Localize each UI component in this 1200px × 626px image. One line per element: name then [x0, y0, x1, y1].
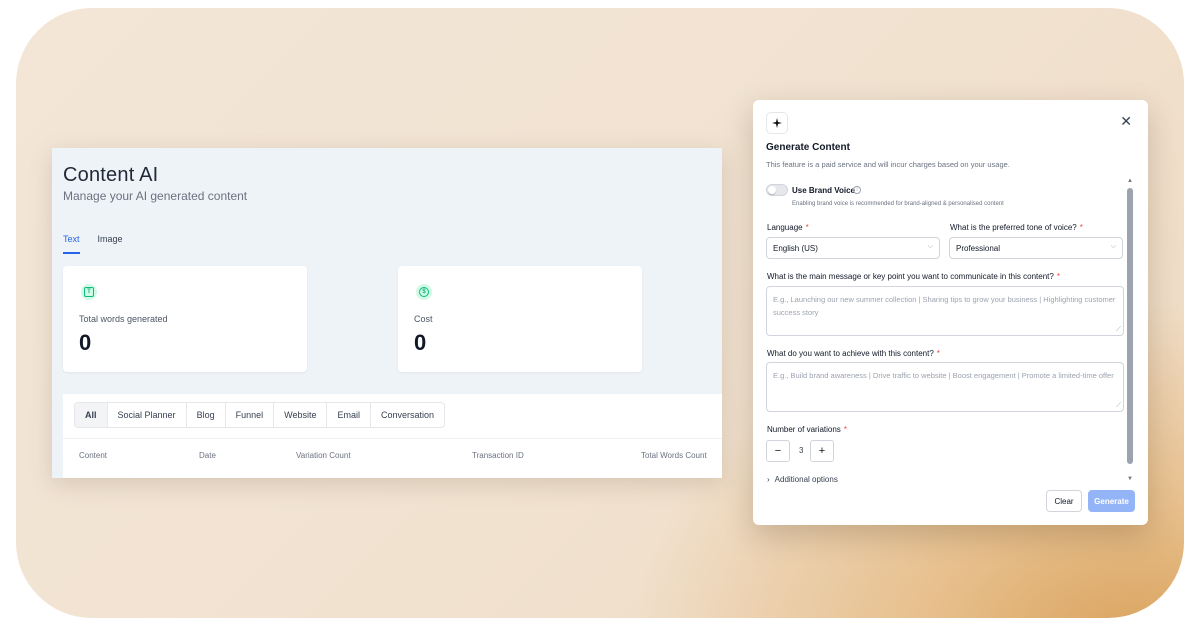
- generate-button[interactable]: Generate: [1088, 490, 1135, 512]
- filter-website[interactable]: Website: [274, 403, 328, 427]
- tab-text[interactable]: Text: [63, 234, 80, 254]
- content-table: All Social Planner Blog Funnel Website E…: [63, 394, 722, 478]
- scrollbar-thumb: [1127, 188, 1133, 464]
- decrement-button[interactable]: −: [766, 440, 790, 462]
- table-header: Content Date Variation Count Transaction…: [63, 438, 722, 472]
- scroll-up-icon: ▲: [1127, 178, 1133, 184]
- variations-value[interactable]: 3: [799, 446, 803, 455]
- filter-social-planner[interactable]: Social Planner: [107, 403, 187, 427]
- column-header-content[interactable]: Content: [79, 451, 107, 460]
- tab-image[interactable]: Image: [98, 234, 123, 254]
- tone-label: What is the preferred tone of voice? *: [950, 223, 1083, 232]
- sparkle-icon: [766, 112, 788, 134]
- content-type-tabs: Text Image: [63, 234, 123, 254]
- stat-value: 0: [79, 330, 92, 355]
- filter-button-group: All Social Planner Blog Funnel Website E…: [74, 402, 446, 428]
- scroll-down-icon: ▼: [1127, 476, 1133, 482]
- filter-email[interactable]: Email: [327, 403, 371, 427]
- stat-value: 0: [414, 330, 427, 355]
- modal-description: This feature is a paid service and will …: [766, 160, 1010, 169]
- column-header-date[interactable]: Date: [199, 451, 216, 460]
- resize-handle-icon: ⟋: [1116, 402, 1121, 409]
- brand-voice-label: Use Brand Voice: [792, 186, 855, 195]
- modal-title: Generate Content: [766, 142, 850, 153]
- language-select[interactable]: English (US) ⌵: [766, 237, 940, 259]
- brand-voice-toggle[interactable]: [766, 184, 788, 196]
- column-header-variation-count[interactable]: Variation Count: [296, 451, 351, 460]
- main-message-input[interactable]: E.g., Launching our new summer collectio…: [766, 286, 1124, 336]
- chevron-down-icon: ⌵: [1110, 243, 1116, 250]
- variations-label: Number of variations *: [767, 425, 847, 434]
- stat-card-cost: $ Cost 0: [398, 266, 642, 372]
- stat-label: Cost: [414, 314, 433, 324]
- column-header-transaction-id[interactable]: Transaction ID: [472, 451, 524, 460]
- text-icon: T: [81, 284, 97, 300]
- increment-button[interactable]: +: [810, 440, 834, 462]
- goal-input[interactable]: E.g., Build brand awareness | Drive traf…: [766, 362, 1124, 412]
- content-ai-panel: Content AI Manage your AI generated cont…: [52, 148, 722, 478]
- generate-content-modal: ✕ Generate Content This feature is a pai…: [753, 100, 1148, 525]
- stat-label: Total words generated: [79, 314, 168, 324]
- additional-options-toggle[interactable]: › Additional options: [767, 475, 838, 484]
- page-subtitle: Manage your AI generated content: [63, 189, 248, 203]
- chevron-right-icon: ›: [767, 475, 770, 484]
- main-message-label: What is the main message or key point yo…: [767, 272, 1060, 281]
- filter-blog[interactable]: Blog: [186, 403, 226, 427]
- tone-select[interactable]: Professional ⌵: [949, 237, 1123, 259]
- stat-card-words: T Total words generated 0: [63, 266, 307, 372]
- close-icon[interactable]: ✕: [1120, 114, 1132, 128]
- page-title: Content AI: [63, 164, 159, 186]
- dollar-icon: $: [416, 284, 432, 300]
- filter-all[interactable]: All: [75, 403, 108, 427]
- language-label: Language *: [767, 223, 809, 232]
- brand-voice-hint: Enabling brand voice is recommended for …: [792, 201, 1004, 207]
- goal-label: What do you want to achieve with this co…: [767, 349, 940, 358]
- column-header-total-words-count[interactable]: Total Words Count: [641, 451, 707, 460]
- clear-button[interactable]: Clear: [1046, 490, 1082, 512]
- chevron-down-icon: ⌵: [927, 243, 933, 250]
- filter-funnel[interactable]: Funnel: [225, 403, 275, 427]
- scrollbar[interactable]: ▲ ▼: [1126, 178, 1134, 482]
- modal-form: Use Brand Voice i Enabling brand voice i…: [766, 180, 1126, 480]
- filter-conversation[interactable]: Conversation: [370, 403, 445, 427]
- info-icon[interactable]: i: [853, 186, 861, 194]
- resize-handle-icon: ⟋: [1116, 326, 1121, 333]
